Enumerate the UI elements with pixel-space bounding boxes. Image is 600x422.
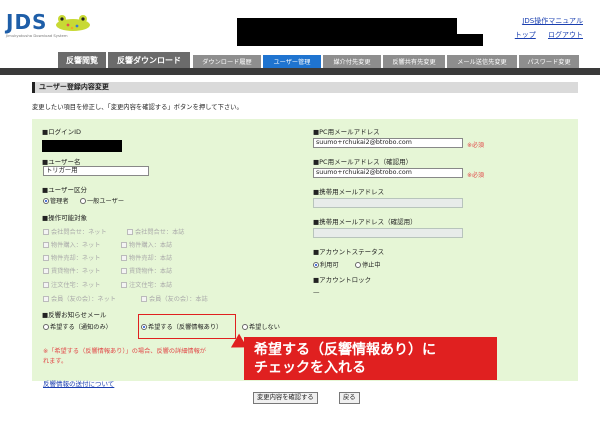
radio-selected-icon xyxy=(43,198,49,204)
user-type-admin[interactable]: 管理者 xyxy=(43,196,69,205)
checkbox-icon xyxy=(43,296,49,302)
back-button[interactable]: 戻る xyxy=(339,392,360,404)
checkbox-icon xyxy=(43,282,49,288)
checkbox-icon xyxy=(141,296,147,302)
checkbox-icon xyxy=(121,242,127,248)
checkbox-icon xyxy=(121,255,127,261)
account-lock-label: ■アカウントロック xyxy=(313,276,372,284)
checkbox-icon xyxy=(43,229,49,235)
username-input[interactable]: トリガー用 xyxy=(43,166,149,176)
option-checkbox[interactable]: 注文住宅：ネット xyxy=(43,280,101,289)
pc-mail-input[interactable]: suumo+rchukai2@btrobo.com xyxy=(313,138,463,148)
radio-icon xyxy=(242,324,248,330)
checkbox-icon xyxy=(43,242,49,248)
option-checkbox[interactable]: 注文住宅：本誌 xyxy=(121,280,172,289)
notify-option-notice-only[interactable]: 希望する（通知のみ） xyxy=(43,322,112,331)
frog-mascot-icon xyxy=(56,15,90,31)
logo-subtitle: Jimukyokusha Download System xyxy=(6,33,68,38)
account-lock-value: — xyxy=(313,288,320,296)
notify-note: ※「希望する（反響情報あり）」の場合、反響の詳細情報が れます。 xyxy=(43,348,206,365)
header-links: JDS操作マニュアル トップ ログアウト xyxy=(505,16,583,40)
tab-mail-change[interactable]: メール送信先変更 xyxy=(447,55,517,68)
user-type-general[interactable]: 一般ユーザー xyxy=(80,196,124,205)
radio-selected-icon xyxy=(313,262,319,268)
radio-icon xyxy=(80,198,86,204)
redacted-area xyxy=(237,18,457,34)
checkbox-icon xyxy=(127,229,133,235)
tab-user-management[interactable]: ユーザー管理 xyxy=(263,55,321,68)
highlight-box xyxy=(138,314,236,339)
login-id-label: ■ログインID xyxy=(42,128,82,136)
user-type-label: ■ユーザー区分 xyxy=(42,186,88,194)
page-title: ユーザー登録内容変更 xyxy=(32,82,578,93)
response-info-link[interactable]: 反響情報の送付について xyxy=(43,378,114,388)
option-checkbox[interactable]: 物件売却：ネット xyxy=(43,253,101,262)
option-checkbox[interactable]: 賃貸物件：ネット xyxy=(43,266,101,275)
status-option-active[interactable]: 利用可 xyxy=(313,260,339,269)
option-checkbox[interactable]: 会員（友の会）：本誌 xyxy=(141,294,208,303)
pc-mail-confirm-input[interactable]: suumo+rchukai2@btrobo.com xyxy=(313,168,463,178)
mobile-mail-confirm-input[interactable] xyxy=(313,228,463,238)
confirm-changes-button[interactable]: 変更内容を確認する xyxy=(253,392,318,404)
checkbox-icon xyxy=(43,268,49,274)
redacted-area xyxy=(237,34,483,46)
logo-text: JDS xyxy=(6,10,48,34)
mobile-mail-confirm-label: ■携帯用メールアドレス（確認用） xyxy=(313,218,417,226)
notify-option-none[interactable]: 希望しない xyxy=(242,322,280,331)
tab-password-change[interactable]: パスワード変更 xyxy=(519,55,579,68)
option-checkbox[interactable]: 会社問合せ：ネット xyxy=(43,227,107,236)
option-checkbox[interactable]: 会員（友の会）：ネット xyxy=(43,294,116,303)
pc-mail-confirm-label: ■PC用メールアドレス（確認用） xyxy=(313,158,413,166)
tab-download-history[interactable]: ダウンロード履歴 xyxy=(193,55,261,68)
top-link[interactable]: トップ xyxy=(515,31,536,39)
tab-underline-bar xyxy=(0,68,600,75)
redacted-login-id xyxy=(42,140,122,152)
account-status-label: ■アカウントステータス xyxy=(313,248,385,256)
operation-label: ■操作可能対象 xyxy=(42,214,88,222)
option-checkbox[interactable]: 物件購入：本誌 xyxy=(121,240,172,249)
notify-mail-label: ■反響お知らせメール xyxy=(42,311,107,319)
option-checkbox[interactable]: 物件購入：ネット xyxy=(43,240,101,249)
callout-annotation: 希望する（反響情報あり）に チェックを入れる xyxy=(244,337,497,380)
tab-response-download[interactable]: 反響ダウンロード xyxy=(108,52,190,68)
status-option-stopped[interactable]: 停止中 xyxy=(355,260,381,269)
tab-bar: 反響閲覧 反響ダウンロード ダウンロード履歴 ユーザー管理 媒介付先変更 反響共… xyxy=(0,52,600,68)
logout-link[interactable]: ログアウト xyxy=(548,31,583,39)
tab-share-change[interactable]: 反響共有先変更 xyxy=(383,55,445,68)
mobile-mail-label: ■携帯用メールアドレス xyxy=(313,188,385,196)
pc-mail-label: ■PC用メールアドレス xyxy=(313,128,380,136)
required-mark: ※必須 xyxy=(467,142,485,149)
checkbox-icon xyxy=(43,255,49,261)
option-checkbox[interactable]: 賃貸物件：本誌 xyxy=(121,266,172,275)
mobile-mail-input[interactable] xyxy=(313,198,463,208)
tab-response-view[interactable]: 反響閲覧 xyxy=(58,52,106,68)
option-checkbox[interactable]: 物件売却：本誌 xyxy=(121,253,172,262)
radio-icon xyxy=(355,262,361,268)
manual-link[interactable]: JDS操作マニュアル xyxy=(522,17,583,25)
radio-icon xyxy=(43,324,49,330)
username-label: ■ユーザー名 xyxy=(42,158,81,166)
checkbox-icon xyxy=(121,268,127,274)
checkbox-icon xyxy=(121,282,127,288)
instruction-text: 変更したい項目を修正し、「変更内容を確認する」ボタンを押して下さい。 xyxy=(32,104,243,111)
required-mark: ※必須 xyxy=(467,172,485,179)
option-checkbox[interactable]: 会社問合せ：本誌 xyxy=(127,227,185,236)
tab-broker-change[interactable]: 媒介付先変更 xyxy=(323,55,381,68)
